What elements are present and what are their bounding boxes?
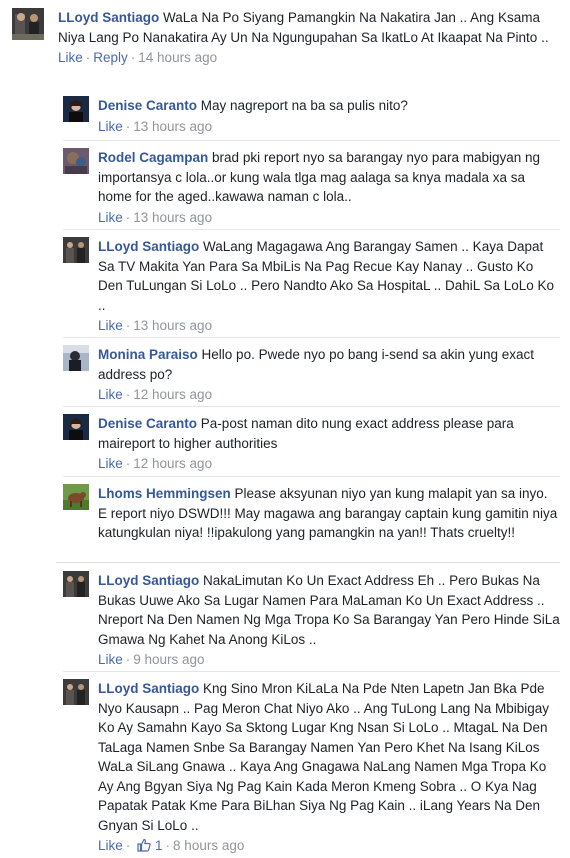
like-count[interactable]: 1 — [155, 838, 163, 853]
timestamp[interactable]: 13 hours ago — [133, 210, 212, 225]
like-link[interactable]: Like — [98, 318, 123, 333]
reply-link[interactable]: Reply — [93, 50, 128, 65]
like-link[interactable]: Like — [98, 210, 123, 225]
like-link[interactable]: Like — [98, 456, 123, 471]
author-name[interactable]: Lhoms Hemmingsen — [98, 486, 231, 501]
author-name[interactable]: LLoyd Santiago — [98, 573, 199, 588]
reply: Monina Paraiso Hello po. Pwede nyo po ba… — [63, 345, 560, 404]
reply: LLoyd Santiago NakaLimutan Ko Un Exact A… — [63, 571, 560, 669]
like-link[interactable]: Like — [98, 652, 123, 667]
timestamp[interactable]: 14 hours ago — [138, 50, 217, 65]
reply: LLoyd Santiago WaLang Magagawa Ang Baran… — [63, 237, 560, 335]
comment: LLoyd Santiago WaLa Na Po Siyang Pamangk… — [12, 8, 562, 67]
author-name[interactable]: Rodel Cagampan — [98, 150, 208, 165]
avatar[interactable] — [63, 484, 89, 510]
avatar[interactable] — [63, 148, 89, 174]
timestamp[interactable]: 13 hours ago — [133, 318, 212, 333]
avatar[interactable] — [63, 237, 89, 263]
avatar[interactable] — [63, 679, 89, 705]
like-link[interactable]: Like — [58, 50, 83, 65]
like-link[interactable]: Like — [98, 387, 123, 402]
divider — [56, 562, 560, 563]
divider — [63, 671, 560, 672]
author-name[interactable]: LLoyd Santiago — [98, 239, 199, 254]
divider — [63, 337, 560, 338]
author-name[interactable]: LLoyd Santiago — [58, 10, 159, 25]
timestamp[interactable]: 12 hours ago — [133, 387, 212, 402]
author-name[interactable]: Monina Paraiso — [98, 347, 198, 362]
thumbs-up-icon[interactable] — [137, 838, 151, 857]
avatar[interactable] — [12, 8, 44, 40]
avatar[interactable] — [63, 345, 89, 371]
divider — [63, 476, 560, 477]
comment-text: May nagreport na ba sa pulis nito? — [200, 98, 408, 113]
comment-thread: LLoyd Santiago WaLa Na Po Siyang Pamangk… — [0, 0, 570, 858]
divider — [63, 406, 560, 407]
timestamp[interactable]: 13 hours ago — [133, 119, 212, 134]
divider — [63, 229, 560, 230]
avatar[interactable] — [63, 571, 89, 597]
author-name[interactable]: LLoyd Santiago — [98, 681, 199, 696]
timestamp[interactable]: 8 hours ago — [173, 838, 244, 853]
reply: Denise Caranto Pa-post naman dito nung e… — [63, 414, 560, 473]
avatar[interactable] — [63, 96, 89, 122]
author-name[interactable]: Denise Caranto — [98, 416, 197, 431]
reply: Denise Caranto May nagreport na ba sa pu… — [63, 96, 560, 136]
author-name[interactable]: Denise Caranto — [98, 98, 197, 113]
divider — [63, 140, 560, 141]
timestamp[interactable]: 9 hours ago — [133, 652, 204, 667]
like-link[interactable]: Like — [98, 119, 123, 134]
comment-text: Kng Sino Mron KiLaLa Na Pde Nten Lapetn … — [98, 681, 550, 833]
reply: LLoyd Santiago Kng Sino Mron KiLaLa Na P… — [63, 679, 560, 857]
avatar[interactable] — [63, 414, 89, 440]
like-link[interactable]: Like — [98, 838, 123, 853]
reply: Rodel Cagampan brad pki report nyo sa ba… — [63, 148, 560, 227]
reply: Lhoms Hemmingsen Please aksyunan niyo ya… — [63, 484, 560, 543]
timestamp[interactable]: 12 hours ago — [133, 456, 212, 471]
